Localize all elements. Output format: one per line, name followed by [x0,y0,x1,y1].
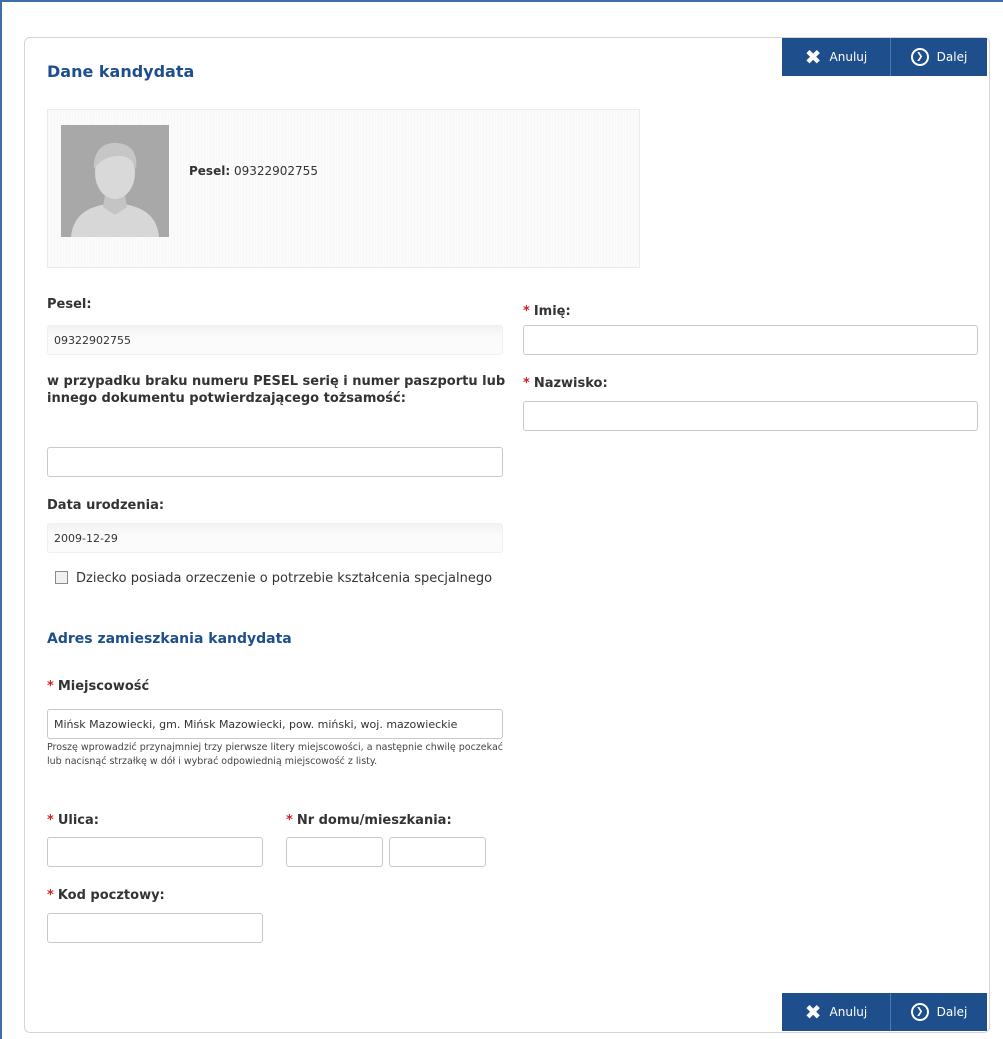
city-hint: Proszę wprowadzić przynajmniej trzy pier… [47,742,503,767]
required-marker: * [47,888,54,903]
postal-code-label: Kod pocztowy: [57,888,165,903]
required-marker: * [286,813,293,828]
street-field[interactable] [47,837,263,867]
cancel-button[interactable]: ✖ Anuluj [782,38,891,76]
next-button[interactable]: ❯ Dalej [891,993,987,1031]
user-silhouette-icon [61,125,169,237]
birth-date-label: Data urodzenia: [47,498,165,513]
close-icon: ✖ [804,1000,822,1024]
city-label: Miejscowość [57,679,150,694]
cancel-label: Anuluj [829,50,868,64]
next-label: Dalej [936,50,968,64]
required-marker: * [523,304,530,319]
required-marker: * [47,813,54,828]
imie-label: Imię: [533,304,571,319]
special-needs-checkbox[interactable] [55,571,68,584]
house-number-label: Nr domu/mieszkania: [296,813,452,828]
special-needs-label: Dziecko posiada orzeczenie o potrzebie k… [76,571,493,586]
next-label: Dalej [936,1005,968,1019]
page-title: Dane kandydata [47,62,195,81]
info-pesel-value: 09322902755 [233,164,318,178]
pesel-field[interactable] [47,325,503,355]
city-field[interactable] [47,709,503,739]
next-button[interactable]: ❯ Dalej [891,38,987,76]
house-number-label-row: * Nr domu/mieszkania: [286,812,452,829]
next-circle-icon: ❯ [910,1003,929,1021]
top-action-bar: ✖ Anuluj ❯ Dalej [782,38,987,76]
document-field[interactable] [47,447,503,477]
address-section-title: Adres zamieszkania kandydata [47,631,292,647]
info-pesel-label: Pesel: [189,164,231,178]
required-marker: * [47,679,54,694]
next-circle-icon: ❯ [910,48,929,66]
imie-field[interactable] [523,325,978,355]
nazwisko-label: Nazwisko: [533,376,608,391]
bottom-action-bar: ✖ Anuluj ❯ Dalej [782,993,987,1031]
street-label-row: * Ulica: [47,812,99,829]
nazwisko-field[interactable] [523,401,978,431]
cancel-label: Anuluj [829,1005,868,1019]
city-label-row: * Miejscowość [47,678,149,695]
pesel-label: Pesel: [47,297,92,312]
imie-label-row: * Imię: [523,303,571,320]
nazwisko-label-row: * Nazwisko: [523,375,608,392]
window-top-border [0,0,1003,2]
document-label: w przypadku braku numeru PESEL serię i n… [47,374,506,406]
required-marker: * [523,376,530,391]
window-left-border [0,0,2,1039]
birth-date-field[interactable] [47,523,503,553]
postal-code-label-row: * Kod pocztowy: [47,887,165,904]
flat-number-field[interactable] [389,837,486,867]
postal-code-field[interactable] [47,913,263,943]
close-icon: ✖ [804,45,822,69]
house-number-field[interactable] [286,837,383,867]
cancel-button[interactable]: ✖ Anuluj [782,993,891,1031]
street-label: Ulica: [57,813,99,828]
info-pesel: Pesel: 09322902755 [189,164,318,178]
